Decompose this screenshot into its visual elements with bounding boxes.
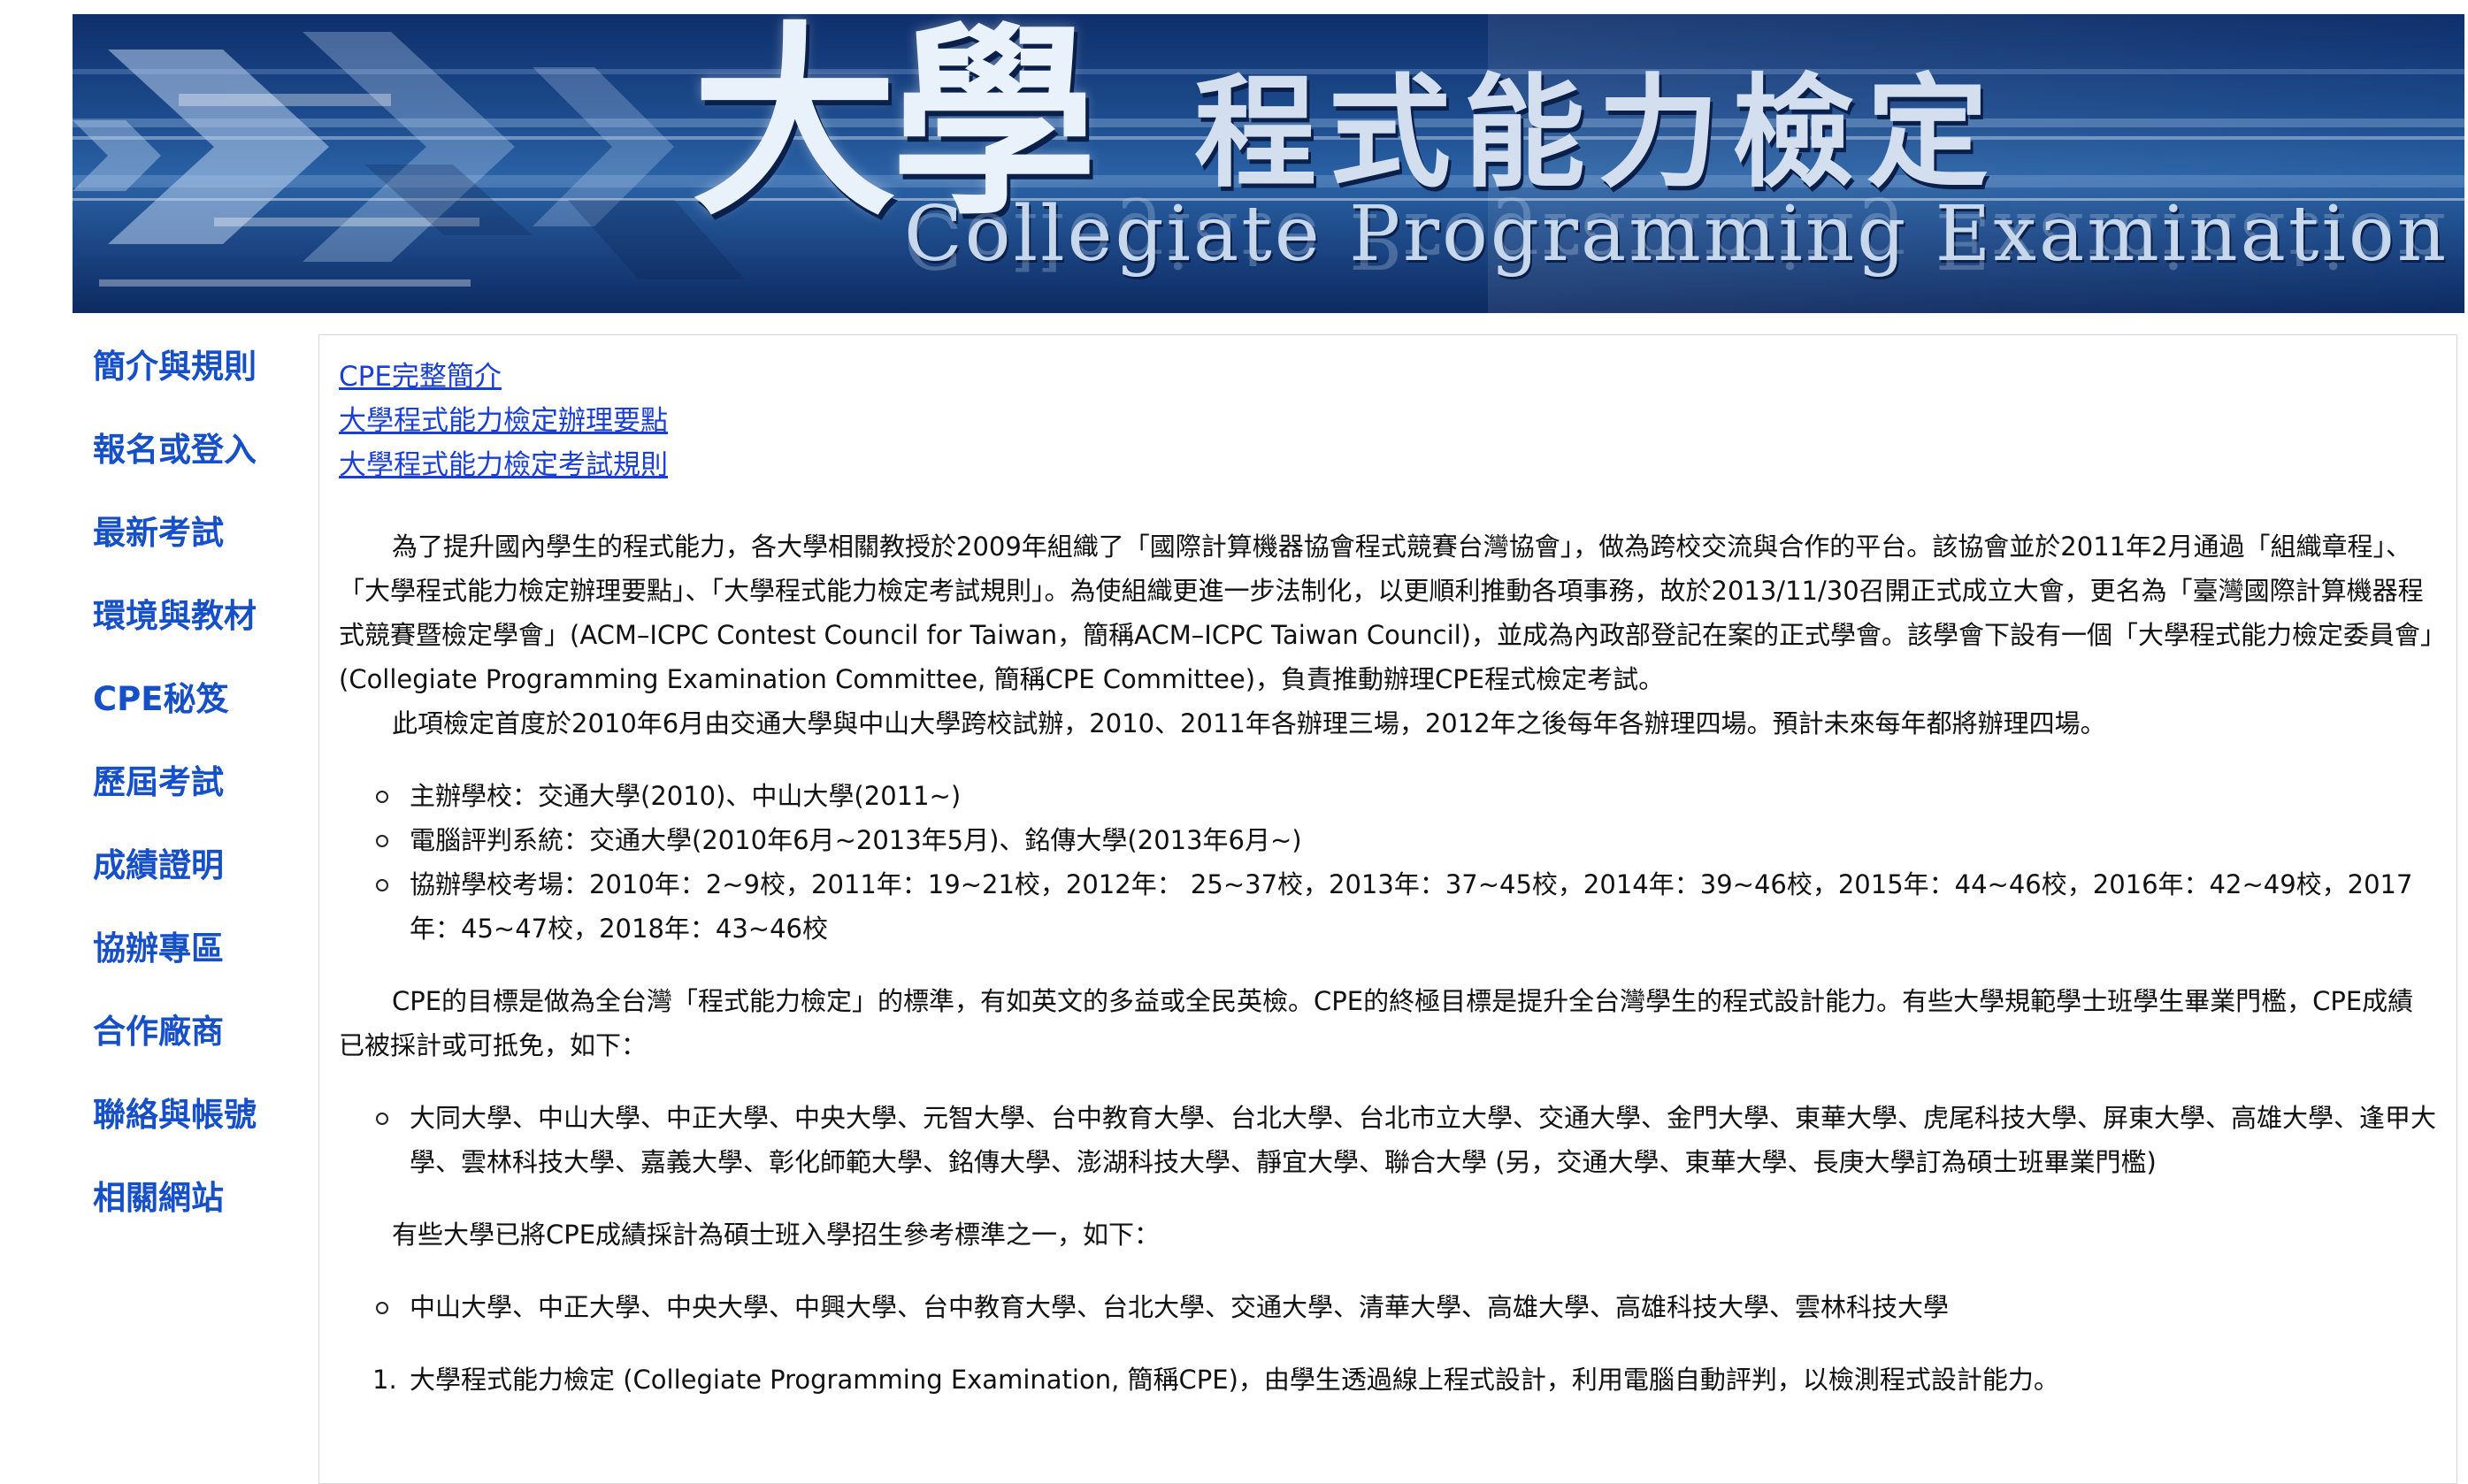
link-exam-rules[interactable]: 大學程式能力檢定考試規則 xyxy=(339,443,2439,487)
sidebar-item-environment-materials[interactable]: 環境與教材 xyxy=(93,593,305,676)
sidebar-item-related-sites[interactable]: 相關網站 xyxy=(93,1174,305,1258)
item-number: 1. xyxy=(372,1365,397,1395)
bachelor-threshold-list: 大同大學、中山大學、中正大學、中央大學、元智大學、台中教育大學、台北大學、台北市… xyxy=(339,1096,2439,1184)
list-item: 中山大學、中正大學、中央大學、中興大學、台中教育大學、台北大學、交通大學、清華大… xyxy=(376,1285,2439,1329)
history-list: 主辦學校：交通大學(2010)、中山大學(2011~) 電腦評判系統：交通大學(… xyxy=(339,774,2439,951)
master-admission-list: 中山大學、中正大學、中央大學、中興大學、台中教育大學、台北大學、交通大學、清華大… xyxy=(339,1285,2439,1329)
sidebar-item-contact-account[interactable]: 聯絡與帳號 xyxy=(93,1091,305,1174)
main-content: CPE完整簡介 大學程式能力檢定辦理要點 大學程式能力檢定考試規則 為了提升國內… xyxy=(318,334,2457,1484)
sidebar-item-past-exams[interactable]: 歷屆考試 xyxy=(93,759,305,842)
goal-paragraph: CPE的目標是做為全台灣「程式能力檢定」的標準，有如英文的多益或全民英檢。CPE… xyxy=(339,986,2414,1060)
link-exam-guidelines[interactable]: 大學程式能力檢定辦理要點 xyxy=(339,399,2439,443)
sidebar-item-latest-exam[interactable]: 最新考試 xyxy=(93,509,305,593)
list-item: 電腦評判系統：交通大學(2010年6月~2013年5月)、銘傳大學(2013年6… xyxy=(376,818,2439,862)
sidebar-item-score-certificate[interactable]: 成績證明 xyxy=(93,842,305,925)
sidebar-item-cpe-guide[interactable]: CPE秘笈 xyxy=(93,676,305,759)
sidebar-nav: 簡介與規則 報名或登入 最新考試 環境與教材 CPE秘笈 歷屆考試 成績證明 協… xyxy=(93,343,305,1258)
list-item: 大同大學、中山大學、中正大學、中央大學、元智大學、台中教育大學、台北大學、台北市… xyxy=(376,1096,2439,1184)
master-paragraph: 有些大學已將CPE成績採計為碩士班入學招生參考標準之一，如下： xyxy=(392,1220,1161,1250)
numbered-item: 1. 大學程式能力檢定 (Collegiate Programming Exam… xyxy=(372,1358,2439,1402)
sidebar-item-register-login[interactable]: 報名或登入 xyxy=(93,426,305,509)
intro-paragraph: 為了提升國內學生的程式能力，各大學相關教授於2009年組織了「國際計算機器協會程… xyxy=(339,532,2434,694)
site-banner: 大學 程式能力檢定 Collegiate Programming Examina… xyxy=(73,14,2464,313)
banner-title-sub: 程式能力檢定 xyxy=(1194,62,2002,204)
sidebar-item-partners[interactable]: 合作廠商 xyxy=(93,1008,305,1091)
banner-title-english-reflection: Collegiate Programming Examination xyxy=(904,195,2449,284)
list-item: 主辦學校：交通大學(2010)、中山大學(2011~) xyxy=(376,774,2439,818)
sidebar-item-co-organizer-area[interactable]: 協辦專區 xyxy=(93,925,305,1008)
sidebar-item-intro-rules[interactable]: 簡介與規則 xyxy=(93,343,305,426)
item-text: 大學程式能力檢定 (Collegiate Programming Examina… xyxy=(410,1365,2059,1395)
history-paragraph: 此項檢定首度於2010年6月由交通大學與中山大學跨校試辦，2010、2011年各… xyxy=(392,708,2106,738)
intro-links: CPE完整簡介 大學程式能力檢定辦理要點 大學程式能力檢定考試規則 xyxy=(339,355,2439,487)
numbered-list: 1. 大學程式能力檢定 (Collegiate Programming Exam… xyxy=(339,1358,2439,1402)
link-cpe-full-intro[interactable]: CPE完整簡介 xyxy=(339,355,2439,399)
list-item: 協辦學校考場：2010年：2~9校，2011年：19~21校，2012年： 25… xyxy=(376,862,2439,951)
